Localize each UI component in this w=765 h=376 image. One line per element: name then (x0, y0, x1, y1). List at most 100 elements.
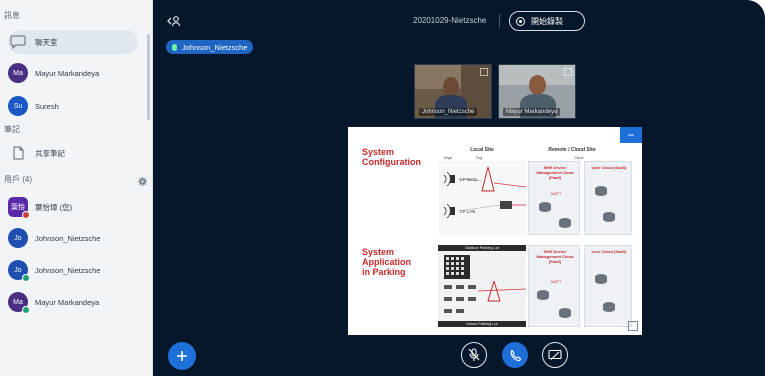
avatar: Ma (8, 63, 28, 83)
column-header: Remote / Cloud Site (548, 147, 596, 153)
mqtt-label: MQTT (551, 280, 562, 284)
avatar-initials: Ma (13, 298, 23, 306)
status-dot (22, 274, 30, 282)
fit-to-screen-icon[interactable] (628, 321, 638, 331)
user-list-item[interactable]: 葉怡 葉怡璋 (您) (8, 195, 146, 219)
user-list-item[interactable]: Jo Johnson_Nietzsche (8, 226, 146, 250)
users-section-label: 用戶 (4) (4, 175, 32, 184)
fog-label: Fog (476, 156, 483, 160)
column-header: Local Site (470, 147, 494, 153)
indoor-parking-label: Indoor Parking Lot (438, 321, 526, 327)
divider (499, 14, 500, 28)
mic-off-icon (468, 348, 480, 361)
database-icon (537, 290, 549, 300)
panel-title: User Cloud (SaaS) (591, 165, 627, 170)
database-icon (595, 186, 607, 196)
leave-audio-button[interactable] (502, 342, 528, 368)
parking-grid-graphic (444, 255, 470, 279)
share-screen-button[interactable] (542, 342, 568, 368)
avatar: Jo (8, 260, 30, 282)
local-diagram-graphic (443, 166, 527, 219)
user-list-item[interactable]: Ma Mayur Markandeya (8, 290, 146, 314)
sidebar-item-shared-notes[interactable]: 共享筆記 (8, 141, 146, 165)
sidebar-user-item[interactable]: Ma Mayur Markandeya (8, 61, 146, 85)
heading-line: System (362, 247, 395, 257)
user-name: 葉怡璋 (您) (35, 202, 73, 212)
sidebar-item-chat[interactable]: 聊天室 (8, 30, 138, 54)
user-name: Johnson_Nietzsche (35, 233, 101, 243)
webcam-tile[interactable]: Mayur Markandeya (498, 64, 576, 119)
database-icon (559, 218, 571, 228)
plus-icon (177, 351, 187, 361)
lp-wan-label: LP WAN (460, 177, 478, 182)
avatar-initials: Jo (14, 266, 22, 274)
sidebar-item-label: 共享筆記 (35, 148, 65, 158)
expand-icon[interactable] (480, 68, 488, 76)
actions-add-button[interactable] (168, 342, 196, 370)
device-management-cloud-panel: NHR Device Management Cloud (PaaS) MQTT (528, 161, 580, 235)
avatar: Su (8, 96, 28, 116)
mqtt-label: MQTT (551, 192, 562, 196)
indoor-parking-graphic (444, 281, 526, 313)
user-name: Mayur Markandeya (35, 68, 100, 78)
gear-icon[interactable] (138, 173, 147, 191)
avatar: Ma (8, 292, 30, 314)
start-recording-button[interactable]: 開始錄製 (509, 11, 585, 31)
lp-lan-label: LP LAN (460, 209, 476, 214)
status-dot (22, 306, 30, 314)
heading-line: Application (362, 257, 411, 267)
sidebar: 訊息 聊天室 Ma Mayur Markandeya Su Suresh 筆記 … (0, 0, 153, 376)
meeting-title: 20201029-Nietzsche (413, 16, 487, 25)
microphone-icon (172, 43, 177, 51)
edge-label: Edge (444, 156, 453, 160)
avatar: 葉怡 (8, 197, 30, 219)
messages-section-label: 訊息 (4, 11, 20, 20)
notes-section-label: 筆記 (4, 125, 20, 134)
device-management-cloud-panel: NHR Device Management Cloud (PaaS) MQTT (528, 245, 580, 327)
presentation-slide[interactable]: − System Configuration System Applicatio… (348, 127, 642, 335)
chat-bubble-icon (8, 32, 28, 52)
user-name: Mayur Markandeya (35, 297, 100, 307)
panel-title: NHR Device Management Cloud (PaaS) (536, 165, 574, 180)
heading-line: in Parking (362, 267, 406, 277)
cloud-label: Cloud (574, 156, 584, 160)
outdoor-parking-label: Outdoor Parking Lot (438, 245, 526, 251)
database-icon (539, 202, 551, 212)
parking-diagram: Outdoor Parking Lot Indoor Parking Lot (438, 245, 526, 327)
slide-heading: System Configuration (362, 147, 421, 167)
user-list-item[interactable]: Jo Johnson_Nietzsche (8, 258, 146, 282)
record-label: 開始錄製 (531, 16, 563, 26)
avatar-initials: 葉怡 (11, 204, 25, 211)
database-icon (595, 274, 607, 284)
user-cloud-panel: User Cloud (SaaS) (584, 161, 632, 235)
webcam-tile[interactable]: Johnson_Nietzsche (414, 64, 492, 119)
heading-line: Configuration (362, 157, 421, 167)
sidebar-user-item[interactable]: Su Suresh (8, 94, 146, 118)
screen-share-icon (548, 349, 562, 360)
slide-heading: System Application in Parking (362, 247, 411, 277)
heading-line: System (362, 147, 395, 157)
users-icon[interactable] (167, 14, 181, 32)
sidebar-item-label: 聊天室 (35, 37, 58, 47)
expand-icon[interactable] (564, 68, 572, 76)
database-icon (603, 212, 615, 222)
user-name: Johnson_Nietzsche (35, 265, 101, 275)
parking-grid-svg (446, 257, 464, 275)
panel-title: User Cloud (SaaS) (591, 249, 627, 254)
database-icon (559, 308, 571, 318)
phone-icon (509, 349, 521, 361)
sidebar-scrollbar[interactable] (147, 34, 150, 120)
status-dot (22, 211, 30, 219)
document-icon (8, 143, 28, 163)
avatar-initials: Jo (14, 234, 22, 242)
minimize-presentation-button[interactable]: − (620, 127, 642, 143)
user-cloud-panel: User Cloud (SaaS) (584, 245, 632, 327)
presenter-tag[interactable]: Johnson_Nietzsche (166, 40, 254, 54)
local-site-diagram: LP WAN LP LAN (438, 161, 527, 235)
webcam-name: Mayur Markandeya (503, 108, 561, 116)
panel-title: NHR Device Management Cloud (PaaS) (536, 249, 574, 264)
database-icon (603, 302, 615, 312)
webcam-name: Johnson_Nietzsche (419, 108, 478, 116)
meeting-main-area: 20201029-Nietzsche 開始錄製 Johnson_Nietzsch… (153, 0, 765, 376)
mute-microphone-button[interactable] (461, 342, 487, 368)
